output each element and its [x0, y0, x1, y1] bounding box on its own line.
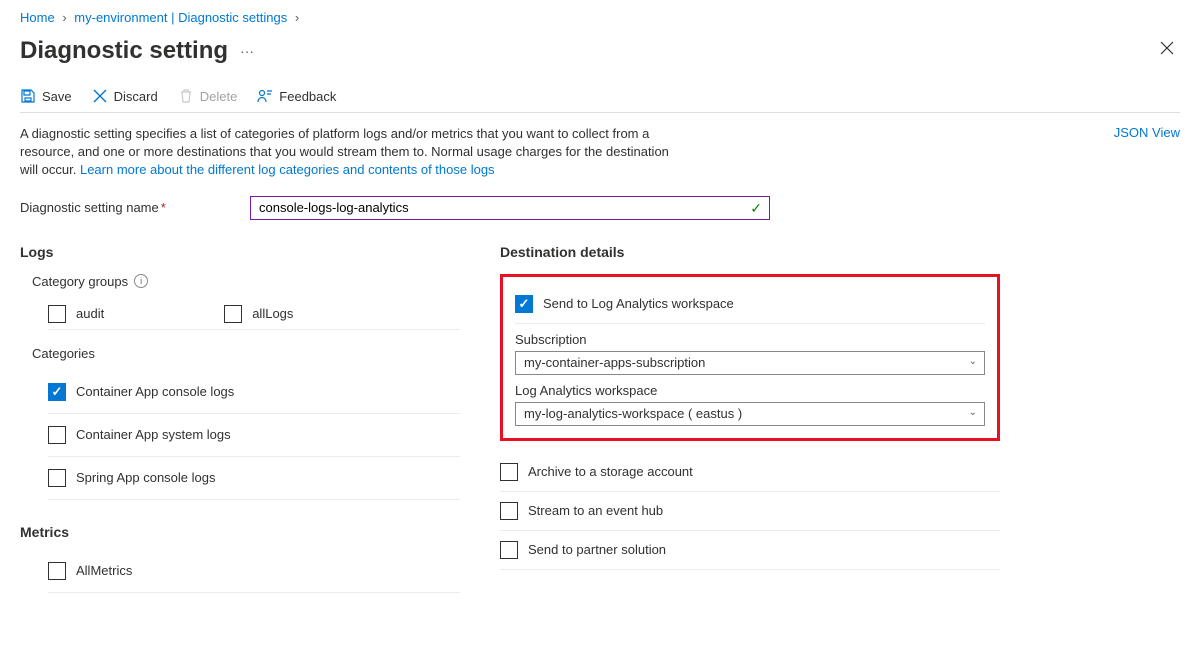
delete-icon: [178, 88, 194, 104]
close-button[interactable]: [1154, 35, 1180, 66]
partner-checkbox[interactable]: [500, 541, 518, 559]
allmetrics-label: AllMetrics: [76, 563, 132, 578]
json-view-link[interactable]: JSON View: [1114, 125, 1180, 140]
description-text: A diagnostic setting specifies a list of…: [20, 125, 680, 180]
page-title: Diagnostic setting: [20, 37, 228, 65]
alllogs-label: allLogs: [252, 306, 293, 321]
discard-label: Discard: [114, 89, 158, 104]
feedback-button[interactable]: Feedback: [257, 88, 336, 104]
highlight-box: Send to Log Analytics workspace Subscrip…: [500, 274, 1000, 441]
feedback-label: Feedback: [279, 89, 336, 104]
save-icon: [20, 88, 36, 104]
category-groups-label: Category groups: [32, 274, 128, 289]
categories-label: Categories: [32, 346, 95, 361]
setting-name-input[interactable]: [250, 196, 770, 220]
learn-more-link[interactable]: Learn more about the different log categ…: [80, 162, 495, 177]
info-icon[interactable]: i: [134, 274, 148, 288]
allmetrics-checkbox[interactable]: [48, 562, 66, 580]
setting-name-label: Diagnostic setting name*: [20, 200, 250, 215]
destination-heading: Destination details: [500, 244, 1000, 260]
storage-checkbox[interactable]: [500, 463, 518, 481]
log-analytics-label: Send to Log Analytics workspace: [543, 296, 734, 311]
breadcrumb-path[interactable]: my-environment | Diagnostic settings: [74, 10, 287, 25]
spring-logs-label: Spring App console logs: [76, 470, 215, 485]
logs-heading: Logs: [20, 244, 460, 260]
subscription-label: Subscription: [515, 332, 985, 347]
eventhub-checkbox[interactable]: [500, 502, 518, 520]
valid-check-icon: ✓: [750, 200, 762, 217]
more-menu-icon[interactable]: ···: [240, 43, 254, 59]
chevron-right-icon: ›: [295, 10, 299, 25]
delete-label: Delete: [200, 89, 238, 104]
console-logs-checkbox[interactable]: [48, 383, 66, 401]
workspace-label: Log Analytics workspace: [515, 383, 985, 398]
discard-icon: [92, 88, 108, 104]
feedback-icon: [257, 88, 273, 104]
close-icon: [1160, 41, 1174, 55]
breadcrumb-home[interactable]: Home: [20, 10, 55, 25]
alllogs-checkbox[interactable]: [224, 305, 242, 323]
save-button[interactable]: Save: [20, 88, 72, 104]
console-logs-label: Container App console logs: [76, 384, 234, 399]
workspace-dropdown[interactable]: my-log-analytics-workspace ( eastus ) ⌄: [515, 402, 985, 426]
eventhub-label: Stream to an event hub: [528, 503, 663, 518]
log-analytics-checkbox[interactable]: [515, 295, 533, 313]
subscription-dropdown[interactable]: my-container-apps-subscription ⌄: [515, 351, 985, 375]
workspace-value: my-log-analytics-workspace ( eastus ): [524, 406, 742, 421]
system-logs-label: Container App system logs: [76, 427, 231, 442]
system-logs-checkbox[interactable]: [48, 426, 66, 444]
chevron-right-icon: ›: [62, 10, 66, 25]
audit-label: audit: [76, 306, 104, 321]
save-label: Save: [42, 89, 72, 104]
subscription-value: my-container-apps-subscription: [524, 355, 705, 370]
audit-checkbox[interactable]: [48, 305, 66, 323]
breadcrumb: Home › my-environment | Diagnostic setti…: [20, 10, 1180, 25]
metrics-heading: Metrics: [20, 524, 460, 540]
delete-button: Delete: [178, 88, 238, 104]
spring-logs-checkbox[interactable]: [48, 469, 66, 487]
partner-label: Send to partner solution: [528, 542, 666, 557]
toolbar: Save Discard Delete Feedback: [20, 80, 1180, 113]
storage-label: Archive to a storage account: [528, 464, 693, 479]
discard-button[interactable]: Discard: [92, 88, 158, 104]
required-indicator: *: [161, 200, 166, 215]
